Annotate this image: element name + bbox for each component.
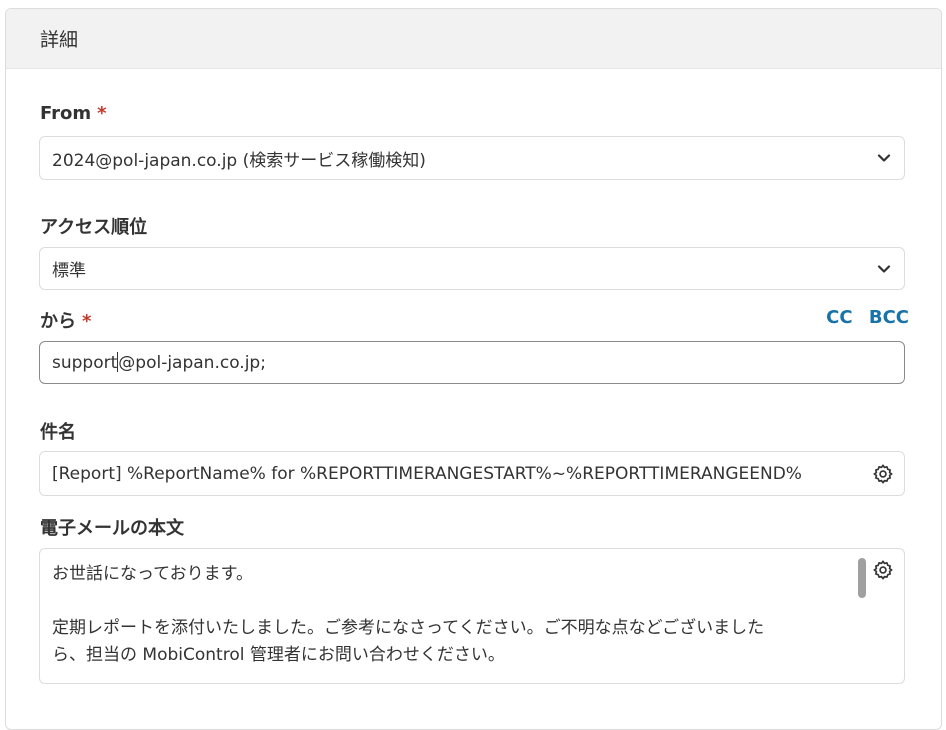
priority-label: アクセス順位 bbox=[40, 213, 147, 239]
subject-label-text: 件名 bbox=[40, 422, 76, 443]
cc-bcc-links: CC BCC bbox=[816, 307, 909, 328]
gear-icon[interactable] bbox=[872, 559, 894, 581]
body-label: 電子メールの本文 bbox=[40, 514, 184, 540]
priority-label-text: アクセス順位 bbox=[40, 217, 148, 238]
required-mark: * bbox=[82, 311, 92, 332]
to-input-value-after-caret: @pol-japan.co.jp; bbox=[118, 352, 266, 373]
body-line: ら、担当の MobiControl 管理者にお問い合わせください。 bbox=[52, 645, 505, 665]
chevron-down-icon bbox=[877, 154, 891, 162]
chevron-down-icon bbox=[877, 264, 891, 273]
to-label-text: から bbox=[40, 311, 76, 332]
from-select[interactable]: 2024@pol-japan.co.jp (検索サービス稼働検知) bbox=[39, 136, 905, 180]
to-input-value-before-caret: support bbox=[52, 352, 118, 373]
cc-link[interactable]: CC bbox=[826, 307, 852, 328]
to-input[interactable]: support @pol-japan.co.jp; bbox=[39, 341, 905, 384]
subject-input[interactable]: [Report] %ReportName% for %REPORTTIMERAN… bbox=[39, 451, 905, 496]
required-mark: * bbox=[97, 103, 107, 124]
from-label-text: From bbox=[40, 103, 92, 124]
priority-select-value: 標準 bbox=[52, 261, 86, 281]
subject-input-value: [Report] %ReportName% for %REPORTTIMERAN… bbox=[52, 463, 802, 484]
bcc-link[interactable]: BCC bbox=[869, 307, 909, 328]
panel-title: 詳細 bbox=[40, 29, 79, 51]
scrollbar-thumb[interactable] bbox=[858, 558, 866, 598]
gear-icon[interactable] bbox=[872, 463, 894, 485]
body-line bbox=[52, 588, 844, 615]
to-label: から * bbox=[40, 307, 91, 333]
body-textarea[interactable]: お世話になっております。 定期レポートを添付いたしました。ご参考になさってくださ… bbox=[39, 548, 905, 684]
panel-header: 詳細 bbox=[6, 9, 941, 69]
details-panel: 詳細 From * 2024@pol-japan.co.jp (検索サービス稼働検… bbox=[5, 8, 942, 730]
body-line: 定期レポートを添付いたしました。ご参考になさってください。ご不明な点などございま… bbox=[52, 618, 765, 638]
subject-label: 件名 bbox=[40, 418, 76, 444]
body-line: お世話になっております。 bbox=[52, 564, 253, 584]
from-label: From * bbox=[40, 103, 107, 124]
priority-select[interactable]: 標準 bbox=[39, 247, 905, 290]
body-label-text: 電子メールの本文 bbox=[40, 518, 184, 539]
from-select-value: 2024@pol-japan.co.jp (検索サービス稼働検知) bbox=[52, 150, 426, 171]
